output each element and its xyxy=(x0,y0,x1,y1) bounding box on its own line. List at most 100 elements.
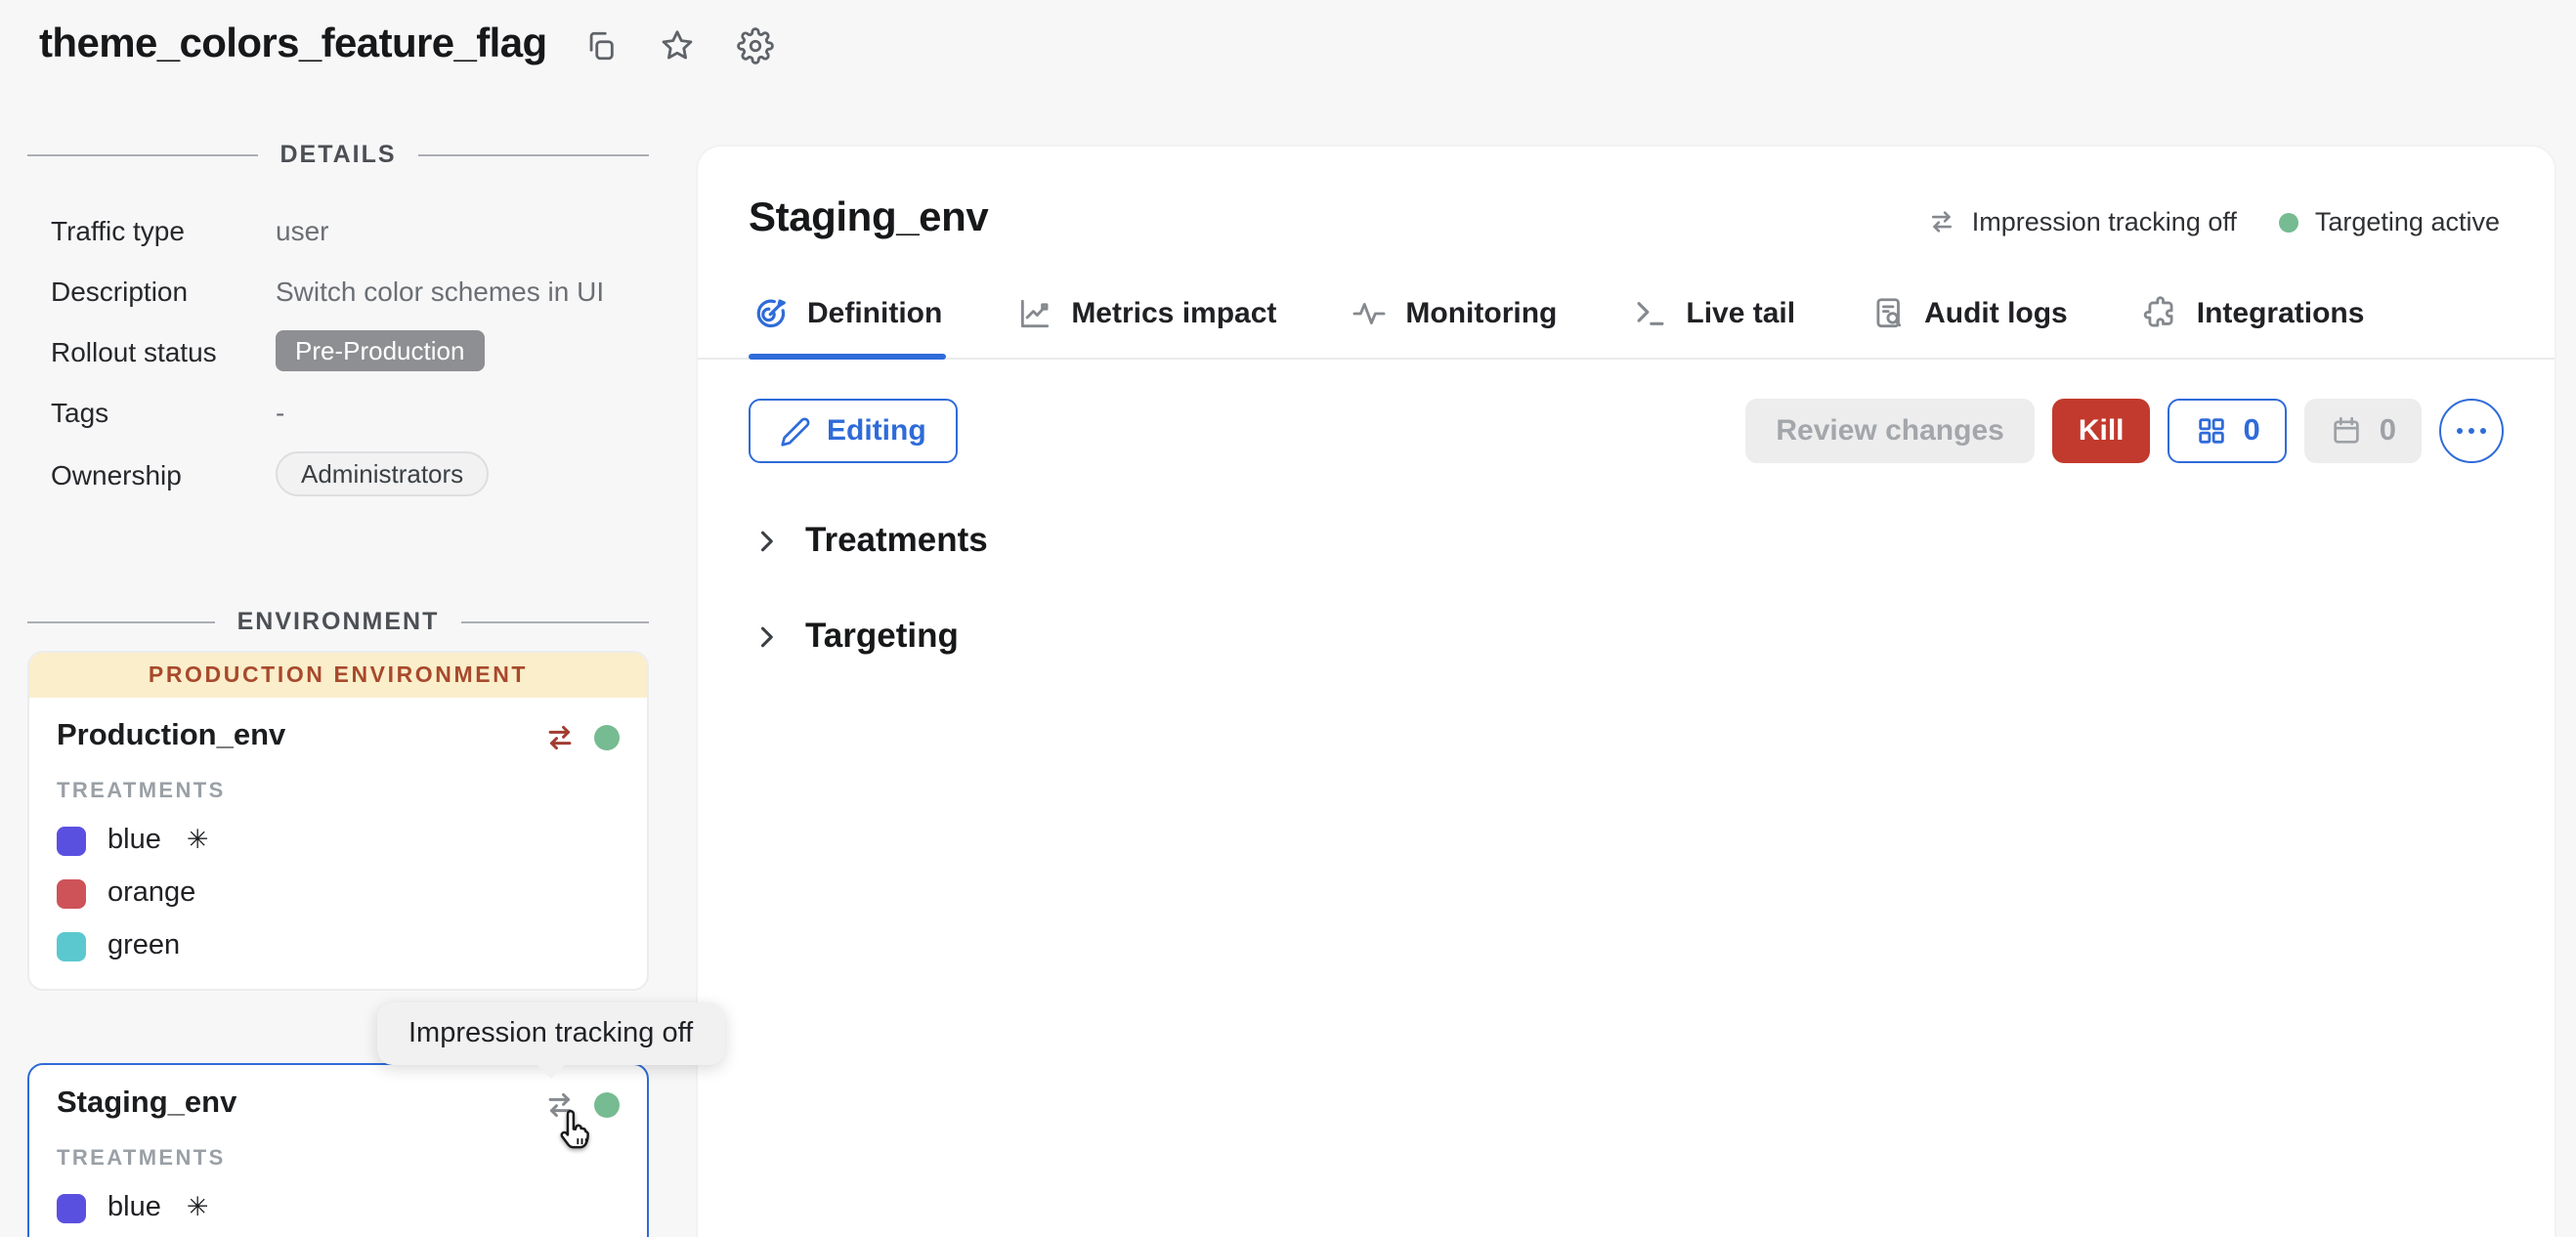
tab-label: Live tail xyxy=(1686,297,1795,330)
impression-tracking-tooltip: Impression tracking off xyxy=(377,1002,724,1065)
detail-row-tags: Tags - xyxy=(51,391,649,432)
divider xyxy=(460,620,649,622)
ellipsis-icon xyxy=(2457,428,2464,435)
default-treatment-asterisk-icon: ✳ xyxy=(187,1192,209,1223)
environment-card-production[interactable]: PRODUCTION ENVIRONMENT Production_env TR… xyxy=(27,651,649,991)
treatment-swatch xyxy=(57,1193,86,1222)
impression-tracking-icon xyxy=(1927,207,1956,236)
details-section: DETAILS Traffic type user Description Sw… xyxy=(27,141,649,496)
treatment-swatch xyxy=(57,878,86,908)
tab-metrics-impact[interactable]: Metrics impact xyxy=(1016,295,1276,358)
tab-definition[interactable]: Definition xyxy=(752,295,942,358)
divider xyxy=(27,153,258,155)
environment-name: Production_env xyxy=(57,719,285,754)
audit-logs-icon xyxy=(1869,295,1907,332)
treatment-name: orange xyxy=(107,877,195,909)
header-actions xyxy=(584,26,774,64)
kill-button[interactable]: Kill xyxy=(2053,399,2150,463)
more-options-button[interactable] xyxy=(2439,399,2504,463)
pencil-icon xyxy=(780,415,811,447)
targeting-status-label: Targeting active xyxy=(2315,207,2500,236)
environment-title: Staging_env xyxy=(749,195,988,242)
environment-heading-label: ENVIRONMENT xyxy=(237,608,440,635)
default-treatment-asterisk-icon: ✳ xyxy=(187,825,209,856)
copy-icon[interactable] xyxy=(584,28,618,62)
section-treatments[interactable]: Treatments xyxy=(752,520,2504,561)
tab-bar: Definition Metrics impact Monitoring Liv… xyxy=(698,242,2555,360)
page-title: theme_colors_feature_flag xyxy=(39,21,547,68)
details-heading-label: DETAILS xyxy=(279,141,396,168)
ellipsis-icon xyxy=(2480,428,2487,435)
detail-value: user xyxy=(276,214,328,245)
ownership-chip[interactable]: Administrators xyxy=(276,451,489,496)
chart-icon xyxy=(1016,295,1053,332)
targeting-active-dot xyxy=(594,724,620,749)
targeting-status: Targeting active xyxy=(2280,207,2500,236)
gear-icon[interactable] xyxy=(737,26,774,64)
review-changes-button[interactable]: Review changes xyxy=(1744,399,2035,463)
impression-tracking-icon[interactable] xyxy=(543,720,577,753)
section-targeting[interactable]: Targeting xyxy=(752,616,2504,657)
tab-monitoring[interactable]: Monitoring xyxy=(1351,295,1557,358)
pending-changes-button[interactable]: 0 xyxy=(2168,399,2288,463)
star-icon[interactable] xyxy=(659,26,696,64)
detail-row-rollout-status: Rollout status Pre-Production xyxy=(51,330,649,371)
treatment-name: blue xyxy=(107,1192,161,1223)
details-heading: DETAILS xyxy=(27,141,649,168)
detail-label: Rollout status xyxy=(51,335,276,366)
editing-button[interactable]: Editing xyxy=(749,399,958,463)
action-bar: Editing Review changes Kill 0 0 xyxy=(698,360,2555,463)
detail-label: Traffic type xyxy=(51,214,276,245)
tab-label: Integrations xyxy=(2197,297,2365,330)
section-label: Treatments xyxy=(805,520,988,561)
section-label: Targeting xyxy=(805,616,959,657)
tab-label: Audit logs xyxy=(1924,297,2068,330)
treatment-row: orange xyxy=(57,877,620,909)
grid-icon xyxy=(2195,414,2228,448)
tab-live-tail[interactable]: Live tail xyxy=(1631,295,1795,358)
impression-status-label: Impression tracking off xyxy=(1972,207,2237,236)
treatment-row: green xyxy=(57,930,620,961)
production-environment-banner: PRODUCTION ENVIRONMENT xyxy=(29,653,647,698)
app-header: theme_colors_feature_flag xyxy=(39,21,774,68)
target-icon xyxy=(752,295,790,332)
scheduled-changes-button[interactable]: 0 xyxy=(2305,399,2422,463)
detail-row-ownership: Ownership Administrators xyxy=(51,451,649,496)
chevron-right-icon xyxy=(752,527,780,554)
treatments-heading: TREATMENTS xyxy=(57,1147,620,1171)
detail-row-traffic-type: Traffic type user xyxy=(51,209,649,250)
environment-heading: ENVIRONMENT xyxy=(27,608,649,635)
detail-value: Switch color schemes in UI xyxy=(276,275,604,306)
pending-changes-count: 0 xyxy=(2244,413,2260,448)
scheduled-changes-count: 0 xyxy=(2380,413,2396,448)
environment-detail-panel: Staging_env Impression tracking off Targ… xyxy=(698,147,2555,1237)
tab-integrations[interactable]: Integrations xyxy=(2142,295,2365,358)
divider xyxy=(418,153,649,155)
tab-label: Definition xyxy=(807,297,942,330)
targeting-active-dot xyxy=(2280,212,2299,232)
chevron-right-icon xyxy=(752,622,780,650)
treatment-swatch xyxy=(57,826,86,855)
impression-tracking-status: Impression tracking off xyxy=(1927,207,2237,236)
detail-row-description: Description Switch color schemes in UI xyxy=(51,270,649,311)
tab-audit-logs[interactable]: Audit logs xyxy=(1869,295,2068,358)
treatments-heading: TREATMENTS xyxy=(57,780,620,803)
ellipsis-icon xyxy=(2469,428,2475,435)
terminal-icon xyxy=(1631,295,1668,332)
detail-label: Tags xyxy=(51,396,276,427)
environment-name: Staging_env xyxy=(57,1087,236,1122)
mouse-cursor-hand-icon xyxy=(553,1108,598,1157)
tab-label: Metrics impact xyxy=(1071,297,1276,330)
calendar-icon xyxy=(2331,414,2364,448)
tab-label: Monitoring xyxy=(1405,297,1557,330)
puzzle-icon xyxy=(2142,295,2179,332)
treatment-row: blue ✳ xyxy=(57,825,620,856)
pulse-icon xyxy=(1351,295,1388,332)
treatment-swatch xyxy=(57,931,86,960)
treatment-name: blue xyxy=(107,825,161,856)
detail-label: Ownership xyxy=(51,458,276,490)
editing-label: Editing xyxy=(827,414,926,448)
treatment-row: blue ✳ xyxy=(57,1192,620,1223)
detail-label: Description xyxy=(51,275,276,306)
page: theme_colors_feature_flag DETAILS Traffi… xyxy=(0,0,2576,1237)
